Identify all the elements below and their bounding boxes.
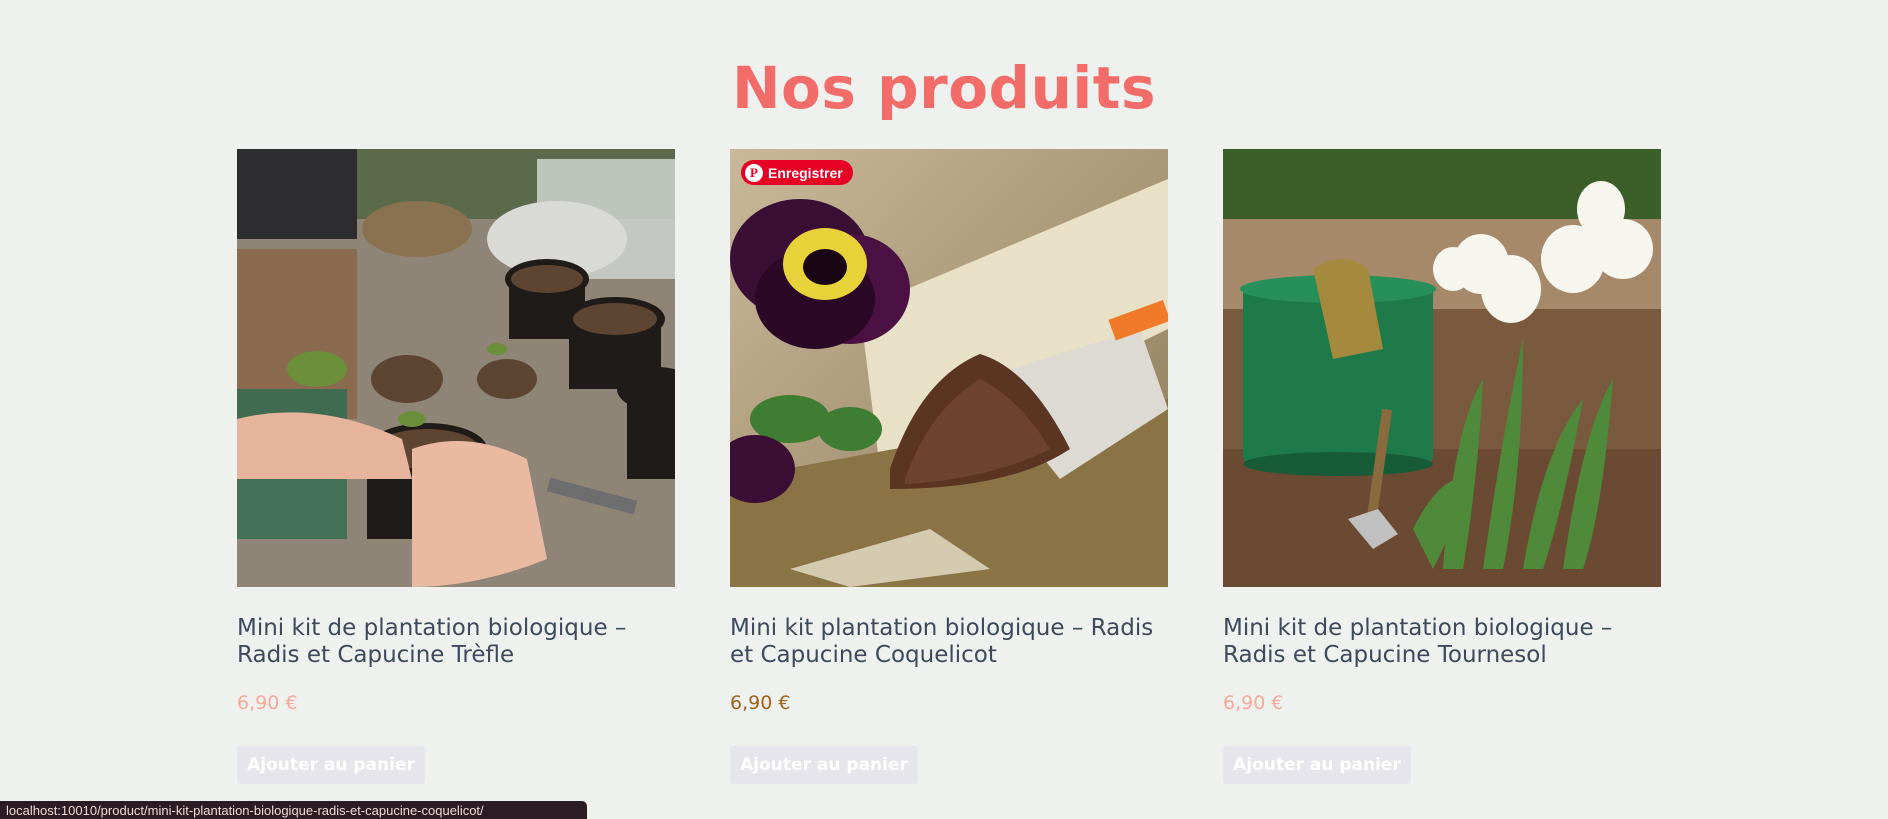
pinterest-icon: P xyxy=(745,163,763,182)
product-title[interactable]: Mini kit de plantation biologique – Radi… xyxy=(1223,615,1661,669)
product-card: P Enregistrer Mini kit plantation biolog… xyxy=(730,149,1168,789)
product-image-seedlings[interactable] xyxy=(237,149,675,587)
product-card: Mini kit de plantation biologique – Radi… xyxy=(237,149,675,789)
browser-status-bar: localhost:10010/product/mini-kit-plantat… xyxy=(0,801,587,819)
seedling-repotting-photo xyxy=(237,149,675,587)
product-image-tulips[interactable] xyxy=(1223,149,1661,587)
add-to-cart-button[interactable]: Ajouter au panier xyxy=(1223,746,1411,784)
pinterest-save-button[interactable]: P Enregistrer xyxy=(741,160,853,185)
tulips-bucket-photo xyxy=(1223,149,1661,587)
product-price: 6,90 € xyxy=(237,692,298,714)
product-image-pansy[interactable]: P Enregistrer xyxy=(730,149,1168,587)
product-price: 6,90 € xyxy=(1223,692,1284,714)
pansy-soil-trowel-photo xyxy=(730,149,1168,587)
pin-label: Enregistrer xyxy=(768,164,843,181)
product-title[interactable]: Mini kit plantation biologique – Radis e… xyxy=(730,615,1168,669)
product-grid: Mini kit de plantation biologique – Radi… xyxy=(237,149,1661,789)
product-card: Mini kit de plantation biologique – Radi… xyxy=(1223,149,1661,789)
add-to-cart-button[interactable]: Ajouter au panier xyxy=(237,746,425,784)
product-title[interactable]: Mini kit de plantation biologique – Radi… xyxy=(237,615,675,669)
section-title: Nos produits xyxy=(731,54,1156,122)
product-price: 6,90 € xyxy=(730,692,791,714)
add-to-cart-button[interactable]: Ajouter au panier xyxy=(730,746,918,784)
